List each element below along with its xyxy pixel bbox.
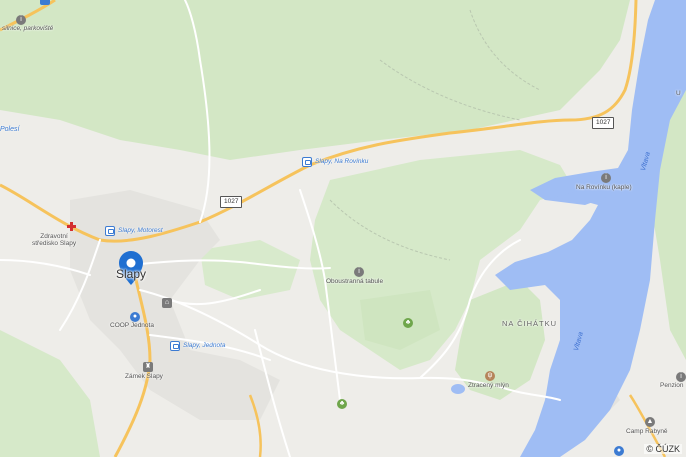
info-icon[interactable]: i xyxy=(16,15,26,25)
poi-label-zamek: Zámek Slapy xyxy=(125,373,163,380)
poi-label-parking: silnice, parkoviště xyxy=(2,25,54,32)
map-attribution[interactable]: © ČÚZK xyxy=(644,444,682,454)
castle-icon[interactable]: ♜ xyxy=(143,362,153,372)
hospital-cross-icon[interactable] xyxy=(67,222,76,231)
bus-stop-label-jednota[interactable]: Slapy, Jednota xyxy=(183,342,226,349)
map-canvas[interactable]: 1027 1027 i silnice, parkoviště Polesí S… xyxy=(0,0,686,457)
poi-label-penzion: Penzion xyxy=(660,382,684,389)
castle-icon[interactable]: ⌂ xyxy=(162,298,172,308)
pond xyxy=(451,384,465,394)
road-shield-1027-a: 1027 xyxy=(220,196,243,208)
bus-stop-icon[interactable] xyxy=(105,226,115,236)
bus-stop-icon[interactable]: ● xyxy=(614,446,624,456)
town-label-slapy[interactable]: Slapy xyxy=(116,267,146,282)
bus-stop-icon[interactable] xyxy=(40,0,50,5)
info-icon[interactable]: i xyxy=(354,267,364,277)
bus-stop-label-motorest[interactable]: Slapy, Motorest xyxy=(118,227,163,234)
place-label-polesi: Polesí xyxy=(0,126,20,133)
poi-label-zdravotni: Zdravotní středisko Slapy xyxy=(32,233,77,248)
poi-label-oboustranna: Oboustranná tabule xyxy=(326,278,384,285)
park-icon[interactable]: ♣ xyxy=(337,399,347,409)
poi-label-kaple: Na Rovínku (kaple) xyxy=(576,184,632,191)
restaurant-icon[interactable]: ψ xyxy=(485,371,495,381)
info-icon[interactable]: i xyxy=(676,372,686,382)
shopping-bag-icon[interactable]: ● xyxy=(130,312,140,322)
info-icon[interactable]: i xyxy=(601,173,611,183)
camp-icon[interactable]: ▲ xyxy=(645,417,655,427)
road-shield-1027-b: 1027 xyxy=(592,117,615,129)
poi-label-coop: COOP Jednota xyxy=(110,322,154,329)
place-label-top-right: U xyxy=(676,90,681,97)
bus-stop-icon[interactable] xyxy=(170,341,180,351)
poi-label-ztraceny: Ztracený mlýn xyxy=(468,382,509,389)
bus-stop-label-rovinku[interactable]: Slapy, Na Rovínku xyxy=(315,158,368,165)
area-label-na-cihatku: NA ČIHÁTKU xyxy=(502,319,558,328)
poi-label-camp: Camp Rabyně xyxy=(626,428,668,435)
bus-stop-icon[interactable] xyxy=(302,157,312,167)
park-icon[interactable]: ♣ xyxy=(403,318,413,328)
map-base-layer xyxy=(0,0,686,457)
